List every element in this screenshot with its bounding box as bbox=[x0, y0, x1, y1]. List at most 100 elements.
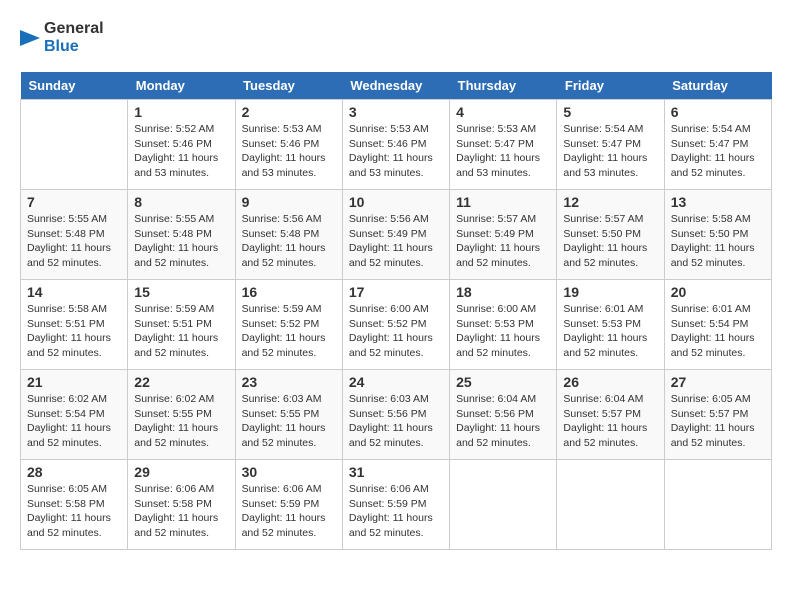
day-info: Sunrise: 6:06 AM Sunset: 5:58 PM Dayligh… bbox=[134, 482, 228, 541]
day-number: 22 bbox=[134, 374, 228, 390]
day-info: Sunrise: 5:58 AM Sunset: 5:51 PM Dayligh… bbox=[27, 302, 121, 361]
calendar-cell: 4 Sunrise: 5:53 AM Sunset: 5:47 PM Daylig… bbox=[450, 100, 557, 190]
day-number: 30 bbox=[242, 464, 336, 480]
calendar-cell: 11Sunrise: 5:57 AM Sunset: 5:49 PM Dayli… bbox=[450, 190, 557, 280]
calendar-cell: 17 Sunrise: 6:00 AM Sunset: 5:52 PM Dayli… bbox=[342, 280, 449, 370]
day-number: 4 bbox=[456, 104, 550, 120]
day-info: Sunrise: 5:55 AM Sunset: 5:48 PM Dayligh… bbox=[27, 212, 121, 271]
day-info: Sunrise: 6:06 AM Sunset: 5:59 PM Dayligh… bbox=[242, 482, 336, 541]
day-info: Sunrise: 6:05 AM Sunset: 5:58 PM Dayligh… bbox=[27, 482, 121, 541]
calendar-cell: 22 Sunrise: 6:02 AM Sunset: 5:55 PM Dayli… bbox=[128, 370, 235, 460]
calendar-cell: 5 Sunrise: 5:54 AM Sunset: 5:47 PM Daylig… bbox=[557, 100, 664, 190]
logo-graphic: General Blue bbox=[20, 20, 104, 56]
calendar-cell: 27 Sunrise: 6:05 AM Sunset: 5:57 PM Dayli… bbox=[664, 370, 771, 460]
calendar-week-4: 21 Sunrise: 6:02 AM Sunset: 5:54 PM Dayli… bbox=[21, 370, 772, 460]
day-number: 19 bbox=[563, 284, 657, 300]
calendar-cell: 16 Sunrise: 5:59 AM Sunset: 5:52 PM Dayli… bbox=[235, 280, 342, 370]
calendar-cell bbox=[664, 460, 771, 550]
day-number: 5 bbox=[563, 104, 657, 120]
day-info: Sunrise: 6:05 AM Sunset: 5:57 PM Dayligh… bbox=[671, 392, 765, 451]
calendar-cell: 20 Sunrise: 6:01 AM Sunset: 5:54 PM Dayli… bbox=[664, 280, 771, 370]
column-header-saturday: Saturday bbox=[664, 72, 771, 100]
logo-line1: General bbox=[44, 20, 104, 38]
calendar-cell: 14 Sunrise: 5:58 AM Sunset: 5:51 PM Dayli… bbox=[21, 280, 128, 370]
day-info: Sunrise: 5:59 AM Sunset: 5:51 PM Dayligh… bbox=[134, 302, 228, 361]
day-info: Sunrise: 6:01 AM Sunset: 5:53 PM Dayligh… bbox=[563, 302, 657, 361]
day-info: Sunrise: 6:01 AM Sunset: 5:54 PM Dayligh… bbox=[671, 302, 765, 361]
calendar-cell bbox=[21, 100, 128, 190]
day-number: 9 bbox=[242, 194, 336, 210]
calendar-cell: 26 Sunrise: 6:04 AM Sunset: 5:57 PM Dayli… bbox=[557, 370, 664, 460]
day-number: 21 bbox=[27, 374, 121, 390]
day-info: Sunrise: 5:56 AM Sunset: 5:48 PM Dayligh… bbox=[242, 212, 336, 271]
day-number: 28 bbox=[27, 464, 121, 480]
calendar-cell: 31Sunrise: 6:06 AM Sunset: 5:59 PM Dayli… bbox=[342, 460, 449, 550]
logo: General Blue bbox=[20, 20, 104, 56]
day-number: 16 bbox=[242, 284, 336, 300]
day-number: 15 bbox=[134, 284, 228, 300]
column-header-thursday: Thursday bbox=[450, 72, 557, 100]
column-header-sunday: Sunday bbox=[21, 72, 128, 100]
calendar-cell: 30 Sunrise: 6:06 AM Sunset: 5:59 PM Dayli… bbox=[235, 460, 342, 550]
calendar-cell: 24 Sunrise: 6:03 AM Sunset: 5:56 PM Dayli… bbox=[342, 370, 449, 460]
day-info: Sunrise: 6:04 AM Sunset: 5:56 PM Dayligh… bbox=[456, 392, 550, 451]
day-info: Sunrise: 5:56 AM Sunset: 5:49 PM Dayligh… bbox=[349, 212, 443, 271]
day-number: 23 bbox=[242, 374, 336, 390]
day-info: Sunrise: 6:02 AM Sunset: 5:55 PM Dayligh… bbox=[134, 392, 228, 451]
calendar-table: SundayMondayTuesdayWednesdayThursdayFrid… bbox=[20, 72, 772, 550]
day-number: 20 bbox=[671, 284, 765, 300]
calendar-cell bbox=[450, 460, 557, 550]
calendar-cell: 29 Sunrise: 6:06 AM Sunset: 5:58 PM Dayli… bbox=[128, 460, 235, 550]
day-number: 26 bbox=[563, 374, 657, 390]
day-info: Sunrise: 6:03 AM Sunset: 5:55 PM Dayligh… bbox=[242, 392, 336, 451]
calendar-cell: 15 Sunrise: 5:59 AM Sunset: 5:51 PM Dayli… bbox=[128, 280, 235, 370]
calendar-week-1: 1Sunrise: 5:52 AM Sunset: 5:46 PM Daylig… bbox=[21, 100, 772, 190]
day-number: 25 bbox=[456, 374, 550, 390]
day-number: 24 bbox=[349, 374, 443, 390]
calendar-week-3: 14 Sunrise: 5:58 AM Sunset: 5:51 PM Dayli… bbox=[21, 280, 772, 370]
day-number: 6 bbox=[671, 104, 765, 120]
day-info: Sunrise: 5:53 AM Sunset: 5:46 PM Dayligh… bbox=[242, 122, 336, 181]
calendar-cell: 2Sunrise: 5:53 AM Sunset: 5:46 PM Daylig… bbox=[235, 100, 342, 190]
logo-text: General Blue bbox=[44, 20, 104, 55]
day-info: Sunrise: 6:03 AM Sunset: 5:56 PM Dayligh… bbox=[349, 392, 443, 451]
day-number: 29 bbox=[134, 464, 228, 480]
day-info: Sunrise: 5:53 AM Sunset: 5:46 PM Dayligh… bbox=[349, 122, 443, 181]
calendar-header-row: SundayMondayTuesdayWednesdayThursdayFrid… bbox=[21, 72, 772, 100]
calendar-cell: 9 Sunrise: 5:56 AM Sunset: 5:48 PM Daylig… bbox=[235, 190, 342, 280]
day-info: Sunrise: 5:57 AM Sunset: 5:50 PM Dayligh… bbox=[563, 212, 657, 271]
calendar-cell: 1Sunrise: 5:52 AM Sunset: 5:46 PM Daylig… bbox=[128, 100, 235, 190]
calendar-cell: 7 Sunrise: 5:55 AM Sunset: 5:48 PM Daylig… bbox=[21, 190, 128, 280]
day-info: Sunrise: 5:53 AM Sunset: 5:47 PM Dayligh… bbox=[456, 122, 550, 181]
logo-line2: Blue bbox=[44, 38, 104, 56]
calendar-cell: 23 Sunrise: 6:03 AM Sunset: 5:55 PM Dayli… bbox=[235, 370, 342, 460]
day-number: 18 bbox=[456, 284, 550, 300]
day-number: 31 bbox=[349, 464, 443, 480]
day-info: Sunrise: 6:02 AM Sunset: 5:54 PM Dayligh… bbox=[27, 392, 121, 451]
calendar-week-5: 28 Sunrise: 6:05 AM Sunset: 5:58 PM Dayli… bbox=[21, 460, 772, 550]
day-info: Sunrise: 5:59 AM Sunset: 5:52 PM Dayligh… bbox=[242, 302, 336, 361]
column-header-tuesday: Tuesday bbox=[235, 72, 342, 100]
calendar-cell: 21 Sunrise: 6:02 AM Sunset: 5:54 PM Dayli… bbox=[21, 370, 128, 460]
calendar-cell: 3Sunrise: 5:53 AM Sunset: 5:46 PM Daylig… bbox=[342, 100, 449, 190]
calendar-cell: 19 Sunrise: 6:01 AM Sunset: 5:53 PM Dayli… bbox=[557, 280, 664, 370]
calendar-cell bbox=[557, 460, 664, 550]
day-number: 8 bbox=[134, 194, 228, 210]
day-info: Sunrise: 6:00 AM Sunset: 5:53 PM Dayligh… bbox=[456, 302, 550, 361]
day-number: 27 bbox=[671, 374, 765, 390]
calendar-week-2: 7 Sunrise: 5:55 AM Sunset: 5:48 PM Daylig… bbox=[21, 190, 772, 280]
calendar-cell: 6Sunrise: 5:54 AM Sunset: 5:47 PM Daylig… bbox=[664, 100, 771, 190]
column-header-wednesday: Wednesday bbox=[342, 72, 449, 100]
day-number: 12 bbox=[563, 194, 657, 210]
day-number: 11 bbox=[456, 194, 550, 210]
day-info: Sunrise: 5:58 AM Sunset: 5:50 PM Dayligh… bbox=[671, 212, 765, 271]
day-info: Sunrise: 5:52 AM Sunset: 5:46 PM Dayligh… bbox=[134, 122, 228, 181]
day-number: 17 bbox=[349, 284, 443, 300]
column-header-friday: Friday bbox=[557, 72, 664, 100]
day-info: Sunrise: 5:54 AM Sunset: 5:47 PM Dayligh… bbox=[563, 122, 657, 181]
day-info: Sunrise: 6:04 AM Sunset: 5:57 PM Dayligh… bbox=[563, 392, 657, 451]
day-number: 7 bbox=[27, 194, 121, 210]
day-number: 14 bbox=[27, 284, 121, 300]
day-info: Sunrise: 5:55 AM Sunset: 5:48 PM Dayligh… bbox=[134, 212, 228, 271]
day-info: Sunrise: 6:00 AM Sunset: 5:52 PM Dayligh… bbox=[349, 302, 443, 361]
